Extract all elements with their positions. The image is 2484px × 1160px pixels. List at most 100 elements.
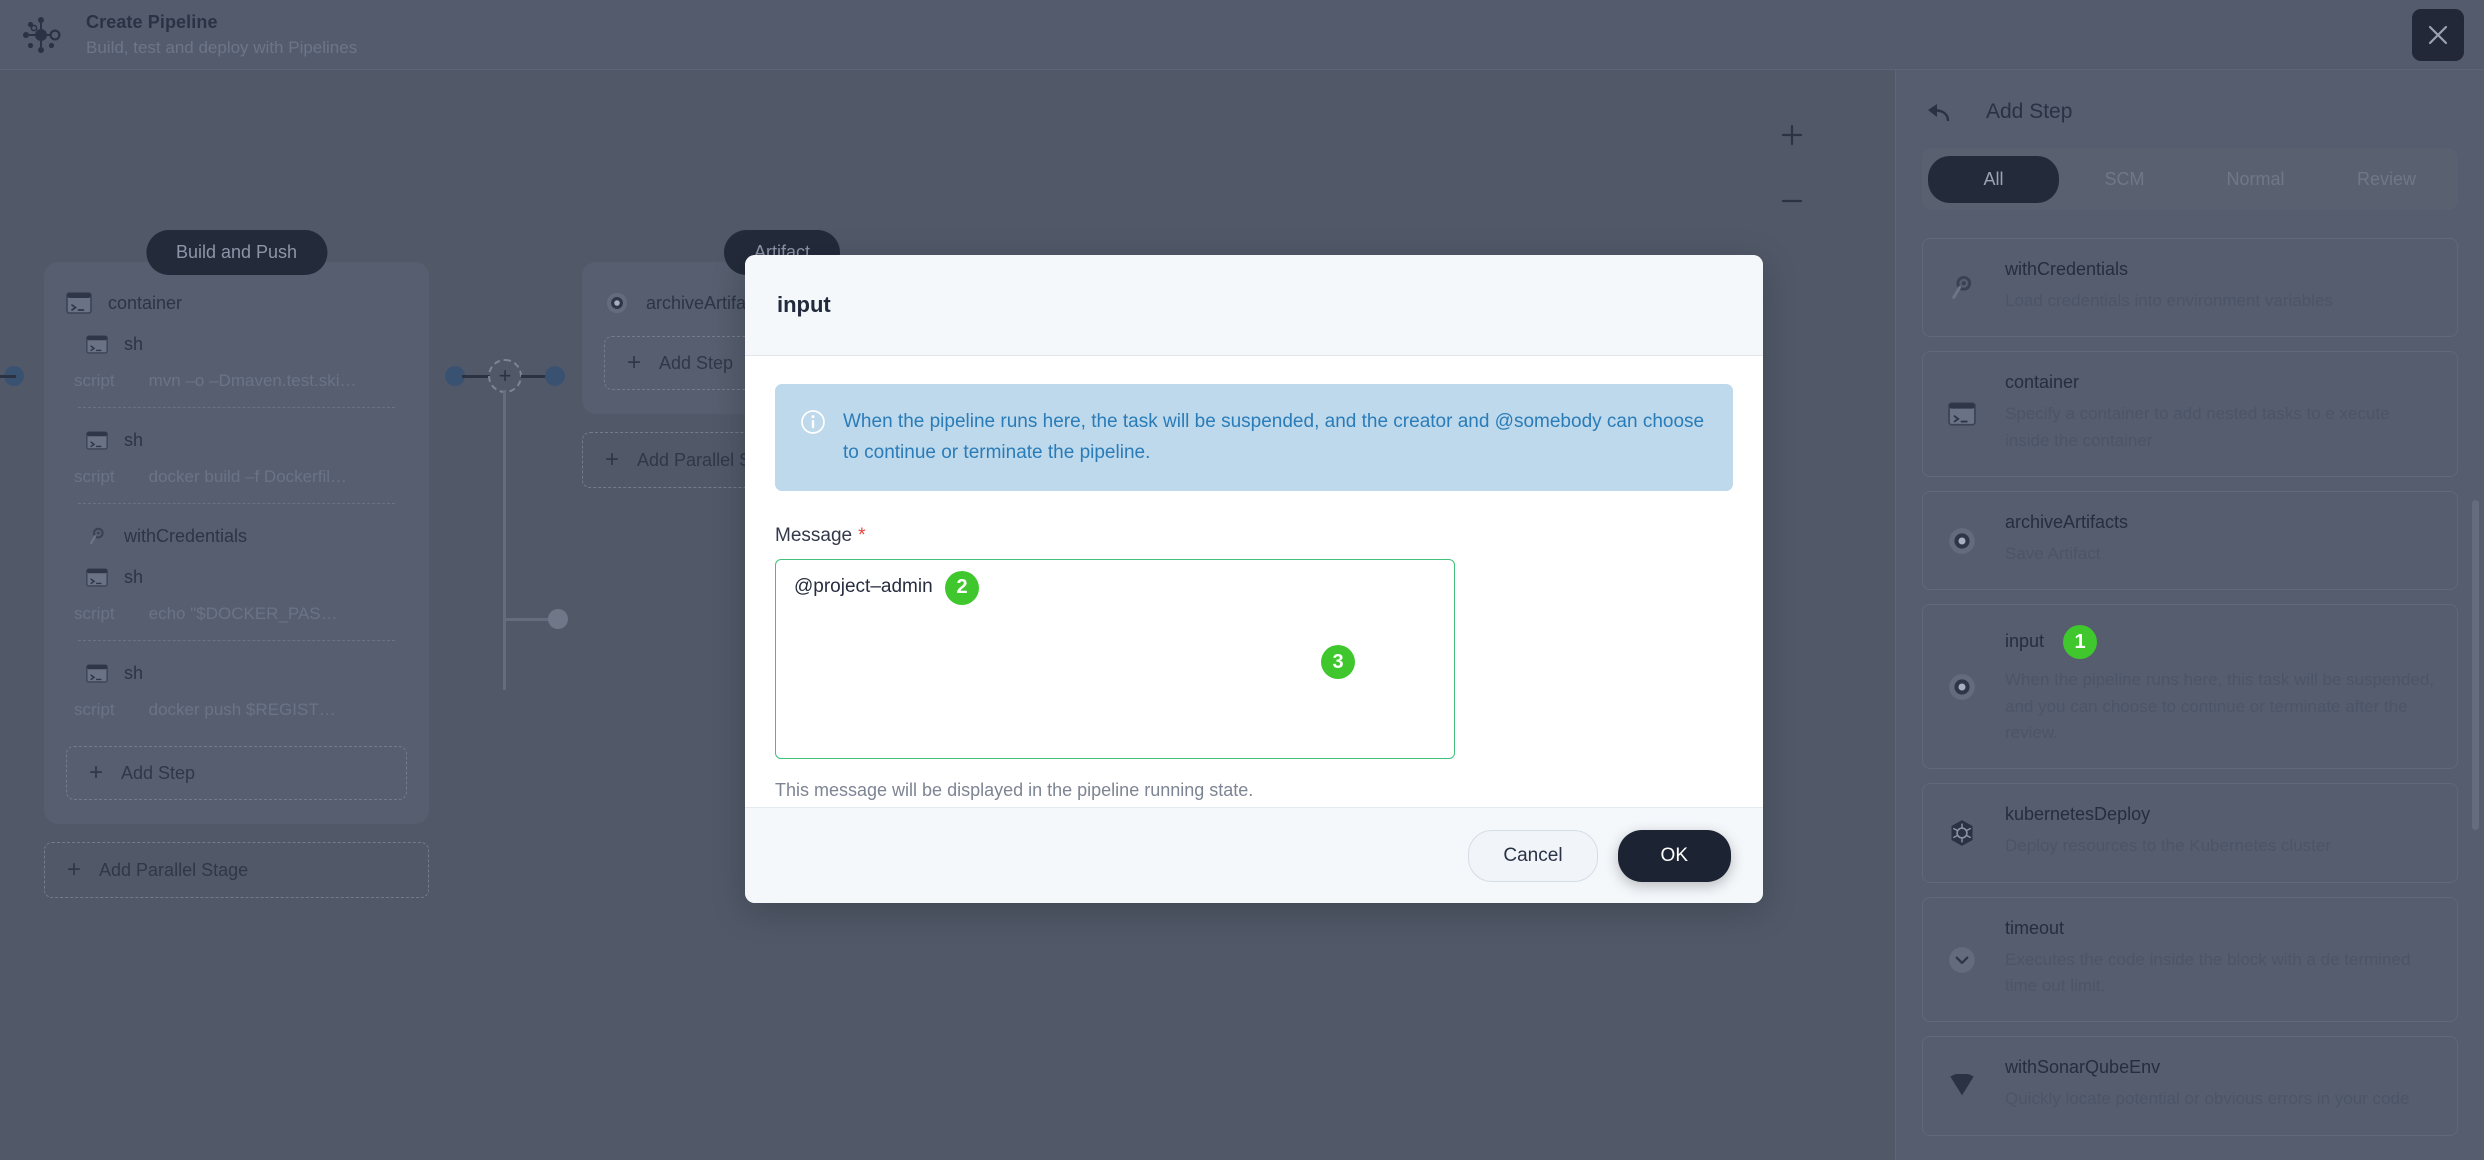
parallel-stage-dot bbox=[548, 609, 568, 629]
stage-label: Build and Push bbox=[145, 230, 328, 275]
script-value: docker push $REGIST… bbox=[148, 700, 336, 719]
step-item-name: timeout bbox=[2005, 917, 2065, 938]
step-name: archiveArtifa bbox=[646, 292, 747, 313]
step-script-row: script docker build –f Dockerfil… bbox=[66, 461, 407, 501]
cancel-button[interactable]: Cancel bbox=[1468, 829, 1598, 882]
step-item-desc: Save Artifact bbox=[2005, 544, 2101, 564]
stage-2-in-dot bbox=[545, 366, 565, 386]
script-key: script bbox=[74, 371, 115, 390]
annotation-badge-1: 1 bbox=[2063, 625, 2098, 660]
step-item-name: input 1 bbox=[2005, 625, 2435, 660]
add-parallel-stage-button-1[interactable]: + Add Parallel Stage bbox=[44, 842, 429, 898]
step-item-archiveartifacts[interactable]: archiveArtifacts Save Artifact bbox=[1922, 491, 2458, 591]
pipeline-step-withcredentials[interactable]: withCredentials bbox=[66, 516, 407, 557]
step-item-name: container bbox=[2005, 372, 2080, 393]
plus-icon: + bbox=[498, 363, 512, 388]
step-item-withcredentials[interactable]: withCredentials Load credentials into en… bbox=[1922, 238, 2458, 338]
pipeline-step-container[interactable]: container bbox=[66, 282, 407, 324]
message-label-text: Message bbox=[775, 524, 853, 546]
pipeline-step-sh-1[interactable]: sh bbox=[66, 324, 407, 365]
step-item-desc: Deploy resources to the Kubernetes clust… bbox=[2005, 836, 2332, 856]
record-icon bbox=[1945, 625, 1979, 746]
step-name: sh bbox=[124, 430, 144, 450]
step-name: sh bbox=[124, 334, 144, 354]
step-item-desc: Specify a container to add nested tasks … bbox=[2005, 404, 2390, 450]
step-item-desc: Executes the code inside the block with … bbox=[2005, 949, 2411, 996]
step-item-container[interactable]: container Specify a container to add nes… bbox=[1922, 351, 2458, 478]
close-icon bbox=[2426, 23, 2450, 47]
insert-stage-button[interactable]: + bbox=[488, 359, 522, 393]
info-icon bbox=[801, 410, 825, 439]
step-item-withsonarqubeenv[interactable]: withSonarQubeEnv Quickly locate potentia… bbox=[1922, 1036, 2458, 1136]
add-step-label: Add Step bbox=[659, 352, 734, 373]
add-step-panel[interactable]: Add Step All SCM Normal Review withCrede… bbox=[1895, 70, 2484, 1160]
ok-button[interactable]: OK bbox=[1617, 829, 1731, 882]
input-step-dialog: input When the pipeline runs here, the t… bbox=[745, 255, 1763, 903]
canvas-zoom-controls[interactable] bbox=[1777, 120, 1807, 216]
terminal-icon bbox=[86, 431, 108, 450]
plus-icon: + bbox=[605, 446, 620, 473]
tab-all[interactable]: All bbox=[1928, 155, 2059, 203]
zoom-in-button[interactable] bbox=[1777, 120, 1807, 150]
close-button[interactable] bbox=[2412, 9, 2464, 61]
add-step-button-stage-1[interactable]: + Add Step bbox=[66, 746, 407, 800]
kubernetes-icon bbox=[1945, 804, 1979, 859]
stage-card: container sh script mvn –o –Dmaven.test.… bbox=[44, 262, 429, 824]
step-item-desc: Load credentials into environment variab… bbox=[2005, 291, 2333, 310]
info-banner-text: When the pipeline runs here, the task wi… bbox=[843, 411, 1705, 464]
step-category-tabs[interactable]: All SCM Normal Review bbox=[1922, 148, 2458, 210]
add-parallel-label: Add Parallel Stage bbox=[99, 859, 249, 880]
script-key: script bbox=[74, 700, 115, 719]
tab-normal[interactable]: Normal bbox=[2190, 156, 2321, 203]
dialog-header: input bbox=[745, 255, 1763, 356]
script-value: mvn –o –Dmaven.test.ski… bbox=[148, 371, 357, 390]
panel-scrollbar[interactable] bbox=[2472, 500, 2479, 830]
record-icon bbox=[604, 292, 630, 314]
page-subtitle: Build, test and deploy with Pipelines bbox=[86, 37, 358, 57]
page-title: Create Pipeline bbox=[86, 12, 218, 33]
dialog-footer: Cancel OK bbox=[745, 807, 1763, 903]
step-item-name: withCredentials bbox=[2005, 259, 2129, 279]
tab-scm[interactable]: SCM bbox=[2059, 156, 2190, 203]
key-icon bbox=[1945, 259, 1979, 314]
terminal-icon bbox=[66, 292, 92, 314]
terminal-icon bbox=[86, 568, 108, 587]
message-help-text: This message will be displayed in the pi… bbox=[775, 779, 1254, 800]
step-divider bbox=[78, 640, 395, 641]
step-item-input[interactable]: input 1 When the pipeline runs here, thi… bbox=[1922, 604, 2458, 770]
tab-review[interactable]: Review bbox=[2321, 156, 2452, 203]
key-icon bbox=[86, 527, 108, 546]
app-header: Create Pipeline Build, test and deploy w… bbox=[0, 0, 2484, 70]
step-item-kubernetesdeploy[interactable]: kubernetesDeploy Deploy resources to the… bbox=[1922, 783, 2458, 883]
step-name: sh bbox=[124, 663, 144, 683]
terminal-icon bbox=[1945, 372, 1979, 454]
connector-line-a bbox=[462, 375, 490, 378]
zoom-out-button[interactable] bbox=[1777, 186, 1807, 216]
info-banner: When the pipeline runs here, the task wi… bbox=[775, 384, 1733, 491]
panel-title: Add Step bbox=[1986, 100, 2073, 123]
connector-vline bbox=[503, 390, 506, 690]
dialog-title: input bbox=[777, 292, 831, 317]
pipeline-step-sh-4[interactable]: sh bbox=[66, 653, 407, 694]
script-key: script bbox=[74, 467, 115, 486]
plus-icon: + bbox=[67, 856, 82, 883]
pipeline-entry-line bbox=[0, 375, 16, 378]
pipeline-step-sh-3[interactable]: sh bbox=[66, 557, 407, 598]
annotation-badge-3: 3 bbox=[1321, 645, 1355, 679]
back-arrow-icon[interactable] bbox=[1926, 101, 1952, 123]
step-list: withCredentials Load credentials into en… bbox=[1922, 238, 2458, 1136]
message-field-wrap: 2 bbox=[775, 558, 1733, 764]
terminal-icon bbox=[86, 335, 108, 354]
step-script-row: script docker push $REGIST… bbox=[66, 694, 407, 734]
pipeline-step-sh-2[interactable]: sh bbox=[66, 420, 407, 461]
step-item-timeout[interactable]: timeout Executes the code inside the blo… bbox=[1922, 896, 2458, 1023]
add-step-label: Add Step bbox=[121, 762, 196, 783]
terminal-icon bbox=[86, 664, 108, 683]
step-item-desc: When the pipeline runs here, this task w… bbox=[2005, 670, 2435, 743]
chevron-down-circle-icon bbox=[1945, 918, 1979, 1000]
step-item-name: withSonarQubeEnv bbox=[2005, 1057, 2161, 1078]
stage-build-and-push[interactable]: Build and Push container sh script mvn –… bbox=[44, 230, 429, 898]
annotation-badge-2: 2 bbox=[945, 570, 979, 605]
step-divider bbox=[78, 407, 395, 408]
required-asterisk: * bbox=[858, 524, 866, 546]
